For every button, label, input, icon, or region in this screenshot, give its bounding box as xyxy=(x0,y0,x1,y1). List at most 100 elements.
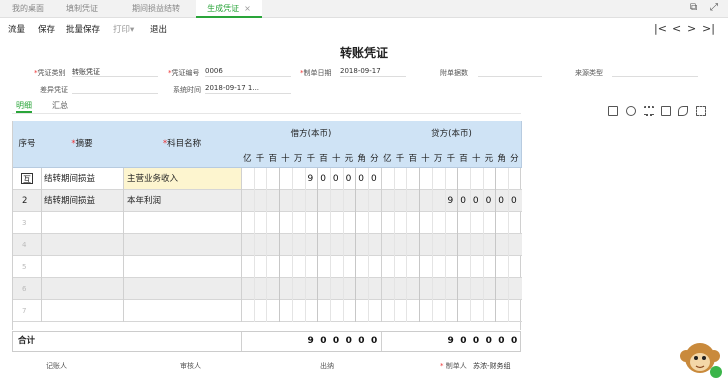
row-seq[interactable]: 5 xyxy=(22,256,26,278)
credit-digit-unit: 角 xyxy=(497,154,506,164)
row-seq[interactable]: 7 xyxy=(22,300,26,322)
total-credit-digit: 0 xyxy=(498,336,505,346)
row-seq[interactable]: 2 xyxy=(22,190,27,212)
number-field[interactable]: 0006 xyxy=(205,67,291,77)
debit-digit-unit: 角 xyxy=(357,154,366,164)
credit-digit: 0 xyxy=(472,196,479,206)
digit-divider xyxy=(482,234,484,256)
debit-digit: 0 xyxy=(320,174,326,184)
digit-divider xyxy=(482,168,484,190)
restore-icon[interactable]: ⧉ xyxy=(690,2,697,13)
link-icon[interactable] xyxy=(678,106,688,116)
table-row[interactable]: 互结转期间损益 主营业务收入 9 0 0 0 0 0 xyxy=(13,168,522,190)
table-row[interactable]: 4 xyxy=(13,234,522,256)
column-divider xyxy=(123,234,124,256)
lock-icon[interactable] xyxy=(626,106,636,116)
diff-voucher-field[interactable] xyxy=(72,84,158,94)
debit-digit-unit: 千 xyxy=(255,154,265,164)
print-button[interactable]: 打印▾ xyxy=(113,23,134,35)
digit-divider xyxy=(304,234,306,256)
digit-divider xyxy=(444,190,446,212)
digit-divider xyxy=(291,300,293,322)
tab-desktop[interactable]: 我的桌面 xyxy=(8,0,48,18)
exit-button[interactable]: 退出 xyxy=(150,23,167,35)
digit-divider xyxy=(419,234,421,256)
table-row[interactable]: 7 xyxy=(13,300,522,322)
credit-digit-unit: 千 xyxy=(395,154,405,164)
maker-value: 苏浓-财务组 xyxy=(473,362,511,370)
digit-divider xyxy=(508,168,509,190)
digit-divider xyxy=(444,168,446,190)
tab-period-transfer[interactable]: 期间损益结转 xyxy=(124,0,188,18)
expand-icon[interactable]: ⤢ xyxy=(710,2,718,13)
row-seq[interactable]: 6 xyxy=(22,278,26,300)
digit-divider xyxy=(406,256,408,278)
tab-label: 生成凭证 xyxy=(207,4,240,13)
tab-generate-voucher[interactable]: 生成凭证 × xyxy=(196,0,262,18)
digit-divider xyxy=(469,168,471,190)
monkey-mascot-icon[interactable] xyxy=(678,338,724,378)
column-divider xyxy=(123,256,124,278)
digit-divider xyxy=(419,190,421,212)
date-field[interactable]: 2018-09-17 xyxy=(340,67,406,77)
digit-divider xyxy=(317,278,319,300)
last-record-icon[interactable]: >| xyxy=(702,22,715,35)
digit-divider xyxy=(469,190,471,212)
column-divider xyxy=(241,168,242,190)
first-record-icon[interactable]: |< xyxy=(654,22,667,35)
digit-divider xyxy=(431,300,433,322)
digit-divider xyxy=(342,278,344,300)
table-row[interactable]: 2 结转期间损益 本年利润 9 0 0 0 0 0 xyxy=(13,190,522,212)
row-summary[interactable]: 结转期间损益 xyxy=(44,190,95,212)
row-account[interactable]: 本年利润 xyxy=(127,190,161,212)
digit-divider xyxy=(406,190,408,212)
flow-button[interactable]: 流量 xyxy=(8,23,25,35)
close-icon[interactable]: × xyxy=(244,4,251,13)
column-divider xyxy=(41,212,42,234)
digit-divider xyxy=(355,212,357,234)
digit-divider xyxy=(393,190,395,212)
digit-divider xyxy=(406,300,408,322)
digit-divider xyxy=(317,212,319,234)
credit-digit: 0 xyxy=(485,196,492,206)
tab-fill-voucher[interactable]: 填制凭证 xyxy=(60,0,104,18)
type-field[interactable]: 转账凭证 xyxy=(72,67,158,77)
digit-divider xyxy=(495,278,497,300)
table-row[interactable]: 6 xyxy=(13,278,522,300)
batch-save-button[interactable]: 批量保存 xyxy=(66,23,100,35)
digit-divider xyxy=(329,168,331,190)
save-button[interactable]: 保存 xyxy=(38,23,55,35)
subtab-detail[interactable]: 明细 xyxy=(16,100,32,113)
attach-field[interactable] xyxy=(478,67,542,77)
table-row[interactable]: 3 xyxy=(13,212,522,234)
fullscreen-icon[interactable] xyxy=(696,106,706,116)
row-marker-icon[interactable]: 互 xyxy=(21,173,33,184)
subtab-summary[interactable]: 汇总 xyxy=(52,100,68,111)
digit-divider xyxy=(457,168,459,190)
debit-header: 借方(本币) xyxy=(290,129,332,139)
row-account[interactable]: 主营业务收入 xyxy=(127,168,178,190)
row-summary[interactable]: 结转期间损益 xyxy=(44,168,95,190)
column-divider xyxy=(41,234,42,256)
source-type-field[interactable] xyxy=(612,67,698,77)
credit-digit: 9 xyxy=(447,196,454,206)
table-icon[interactable] xyxy=(661,106,671,116)
digit-divider xyxy=(508,212,509,234)
table-row[interactable]: 5 xyxy=(13,256,522,278)
digit-divider xyxy=(317,256,319,278)
digit-divider xyxy=(482,190,484,212)
list-icon[interactable] xyxy=(644,106,654,116)
prev-record-icon[interactable]: < xyxy=(672,22,681,35)
digit-divider xyxy=(253,234,255,256)
next-record-icon[interactable]: > xyxy=(687,22,696,35)
digit-divider xyxy=(329,256,331,278)
digit-divider xyxy=(508,300,509,322)
print-icon[interactable] xyxy=(608,106,618,116)
row-seq[interactable]: 3 xyxy=(22,212,26,234)
credit-header: 贷方(本币) xyxy=(431,129,472,139)
total-credit-digit: 0 xyxy=(472,336,480,346)
debit-digit: 0 xyxy=(371,174,377,184)
row-seq[interactable]: 4 xyxy=(22,234,26,256)
debit-digit-unit: 亿 xyxy=(243,154,252,164)
date-label-text: 制单日期 xyxy=(303,69,332,77)
